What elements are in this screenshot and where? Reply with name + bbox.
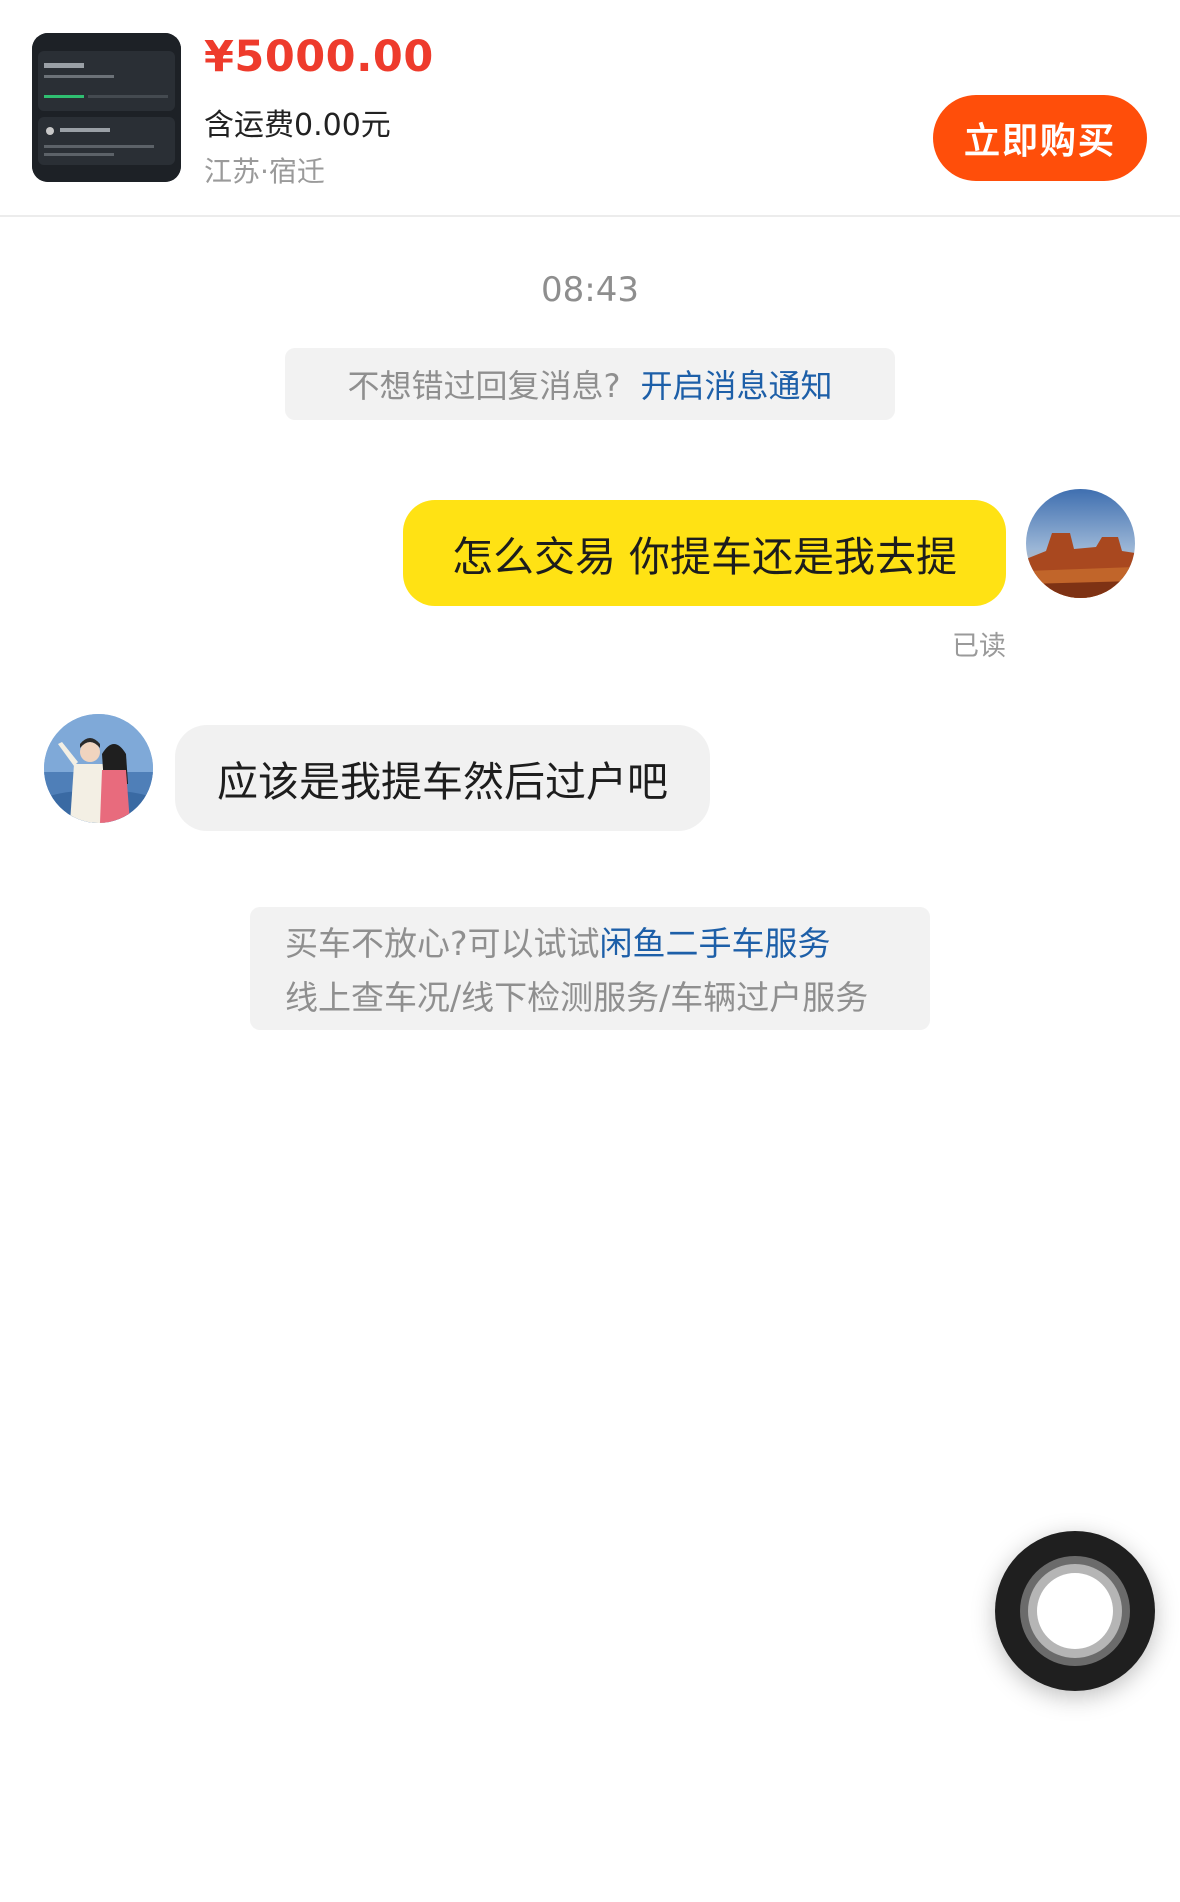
product-price: ¥5000.00 (204, 32, 434, 82)
used-car-service-link[interactable]: 闲鱼二手车服务 (600, 924, 831, 963)
incoming-message-bubble[interactable]: 应该是我提车然后过户吧 (175, 725, 710, 831)
product-location: 江苏·宿迁 (204, 155, 325, 188)
assistive-touch-ring (1028, 1564, 1122, 1658)
notification-tip-text: 不想错过回复消息? (347, 367, 621, 405)
assistive-touch-center (1037, 1573, 1113, 1649)
seller-avatar[interactable] (44, 714, 153, 823)
product-shipping: 含运费0.00元 (204, 108, 391, 143)
used-car-service-tip: 买车不放心?可以试试闲鱼二手车服务 线上查车况/线下检测服务/车辆过户服务 (250, 907, 930, 1030)
enable-notification-link[interactable]: 开启消息通知 (640, 361, 832, 407)
assistive-touch-icon (1020, 1556, 1130, 1666)
product-thumbnail[interactable] (32, 33, 181, 182)
outgoing-message-bubble[interactable]: 怎么交易 你提车还是我去提 (403, 500, 1006, 606)
read-status: 已读 (952, 631, 1006, 662)
product-header: ¥5000.00 含运费0.00元 江苏·宿迁 立即购买 (0, 0, 1180, 217)
my-avatar[interactable] (1026, 489, 1135, 598)
service-tip-line-1: 买车不放心?可以试试闲鱼二手车服务 (285, 917, 930, 971)
desert-avatar-icon (1026, 489, 1135, 598)
couple-avatar-icon (44, 714, 153, 823)
chat-timestamp: 08:43 (541, 270, 639, 310)
product-thumbnail-image (32, 33, 181, 182)
service-tip-line-2: 线上查车况/线下检测服务/车辆过户服务 (285, 978, 869, 1017)
notification-tip: 不想错过回复消息? 开启消息通知 (285, 348, 895, 420)
assistive-touch-button[interactable] (995, 1531, 1155, 1691)
service-tip-prefix: 买车不放心?可以试试 (285, 924, 600, 963)
buy-now-button[interactable]: 立即购买 (933, 95, 1147, 181)
